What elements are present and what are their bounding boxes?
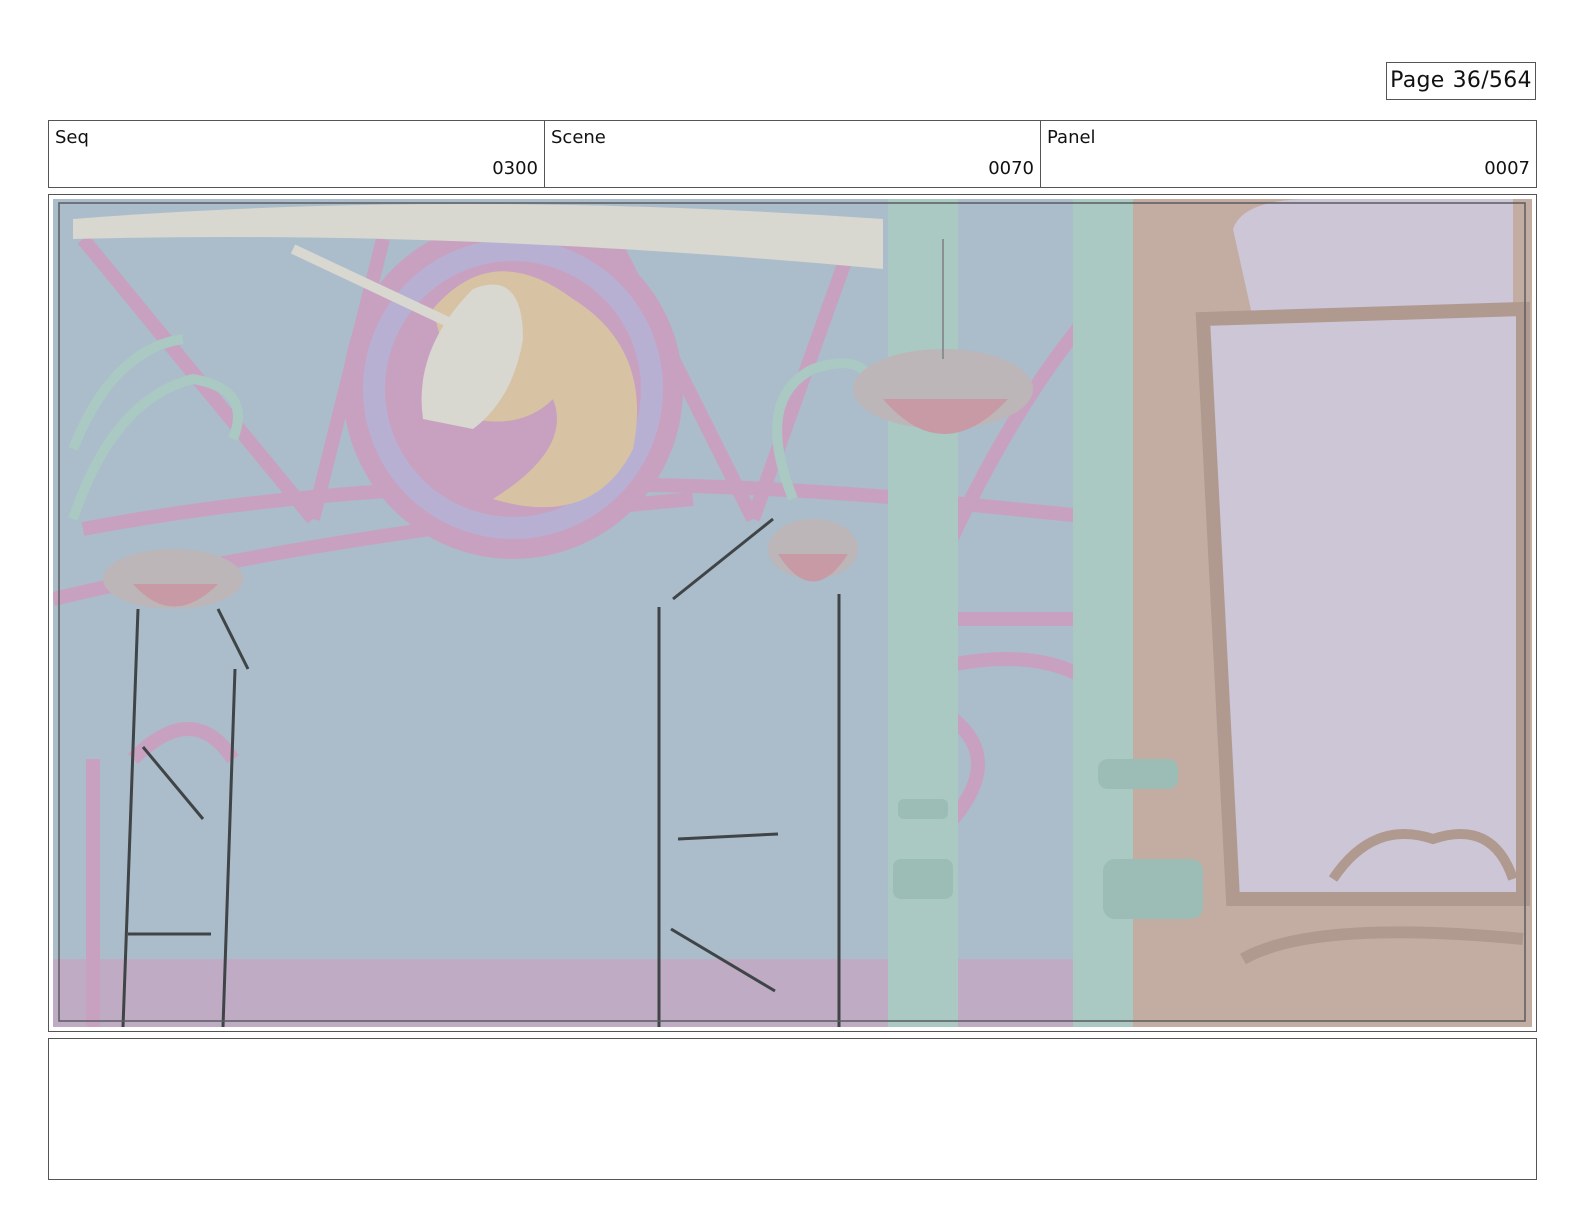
panel-header: Seq 0300 Scene 0070 Panel 0007 bbox=[48, 120, 1537, 188]
seq-label: Seq bbox=[55, 127, 89, 148]
notes-box bbox=[48, 1038, 1537, 1180]
storyboard-sketch-drawing bbox=[53, 199, 1532, 1027]
panel-value: 0007 bbox=[1484, 158, 1530, 179]
scene-value: 0070 bbox=[988, 158, 1034, 179]
page-number: 36/564 bbox=[1452, 68, 1532, 93]
page-indicator: Page 36/564 bbox=[1386, 62, 1536, 100]
scene-label: Scene bbox=[551, 127, 606, 148]
page-label: Page bbox=[1390, 68, 1445, 93]
seq-cell: Seq 0300 bbox=[49, 121, 545, 187]
seq-value: 0300 bbox=[492, 158, 538, 179]
panel-cell: Panel 0007 bbox=[1041, 121, 1536, 187]
storyboard-panel-frame bbox=[48, 194, 1537, 1032]
panel-label: Panel bbox=[1047, 127, 1096, 148]
storyboard-panel-image bbox=[53, 199, 1532, 1027]
scene-cell: Scene 0070 bbox=[545, 121, 1041, 187]
